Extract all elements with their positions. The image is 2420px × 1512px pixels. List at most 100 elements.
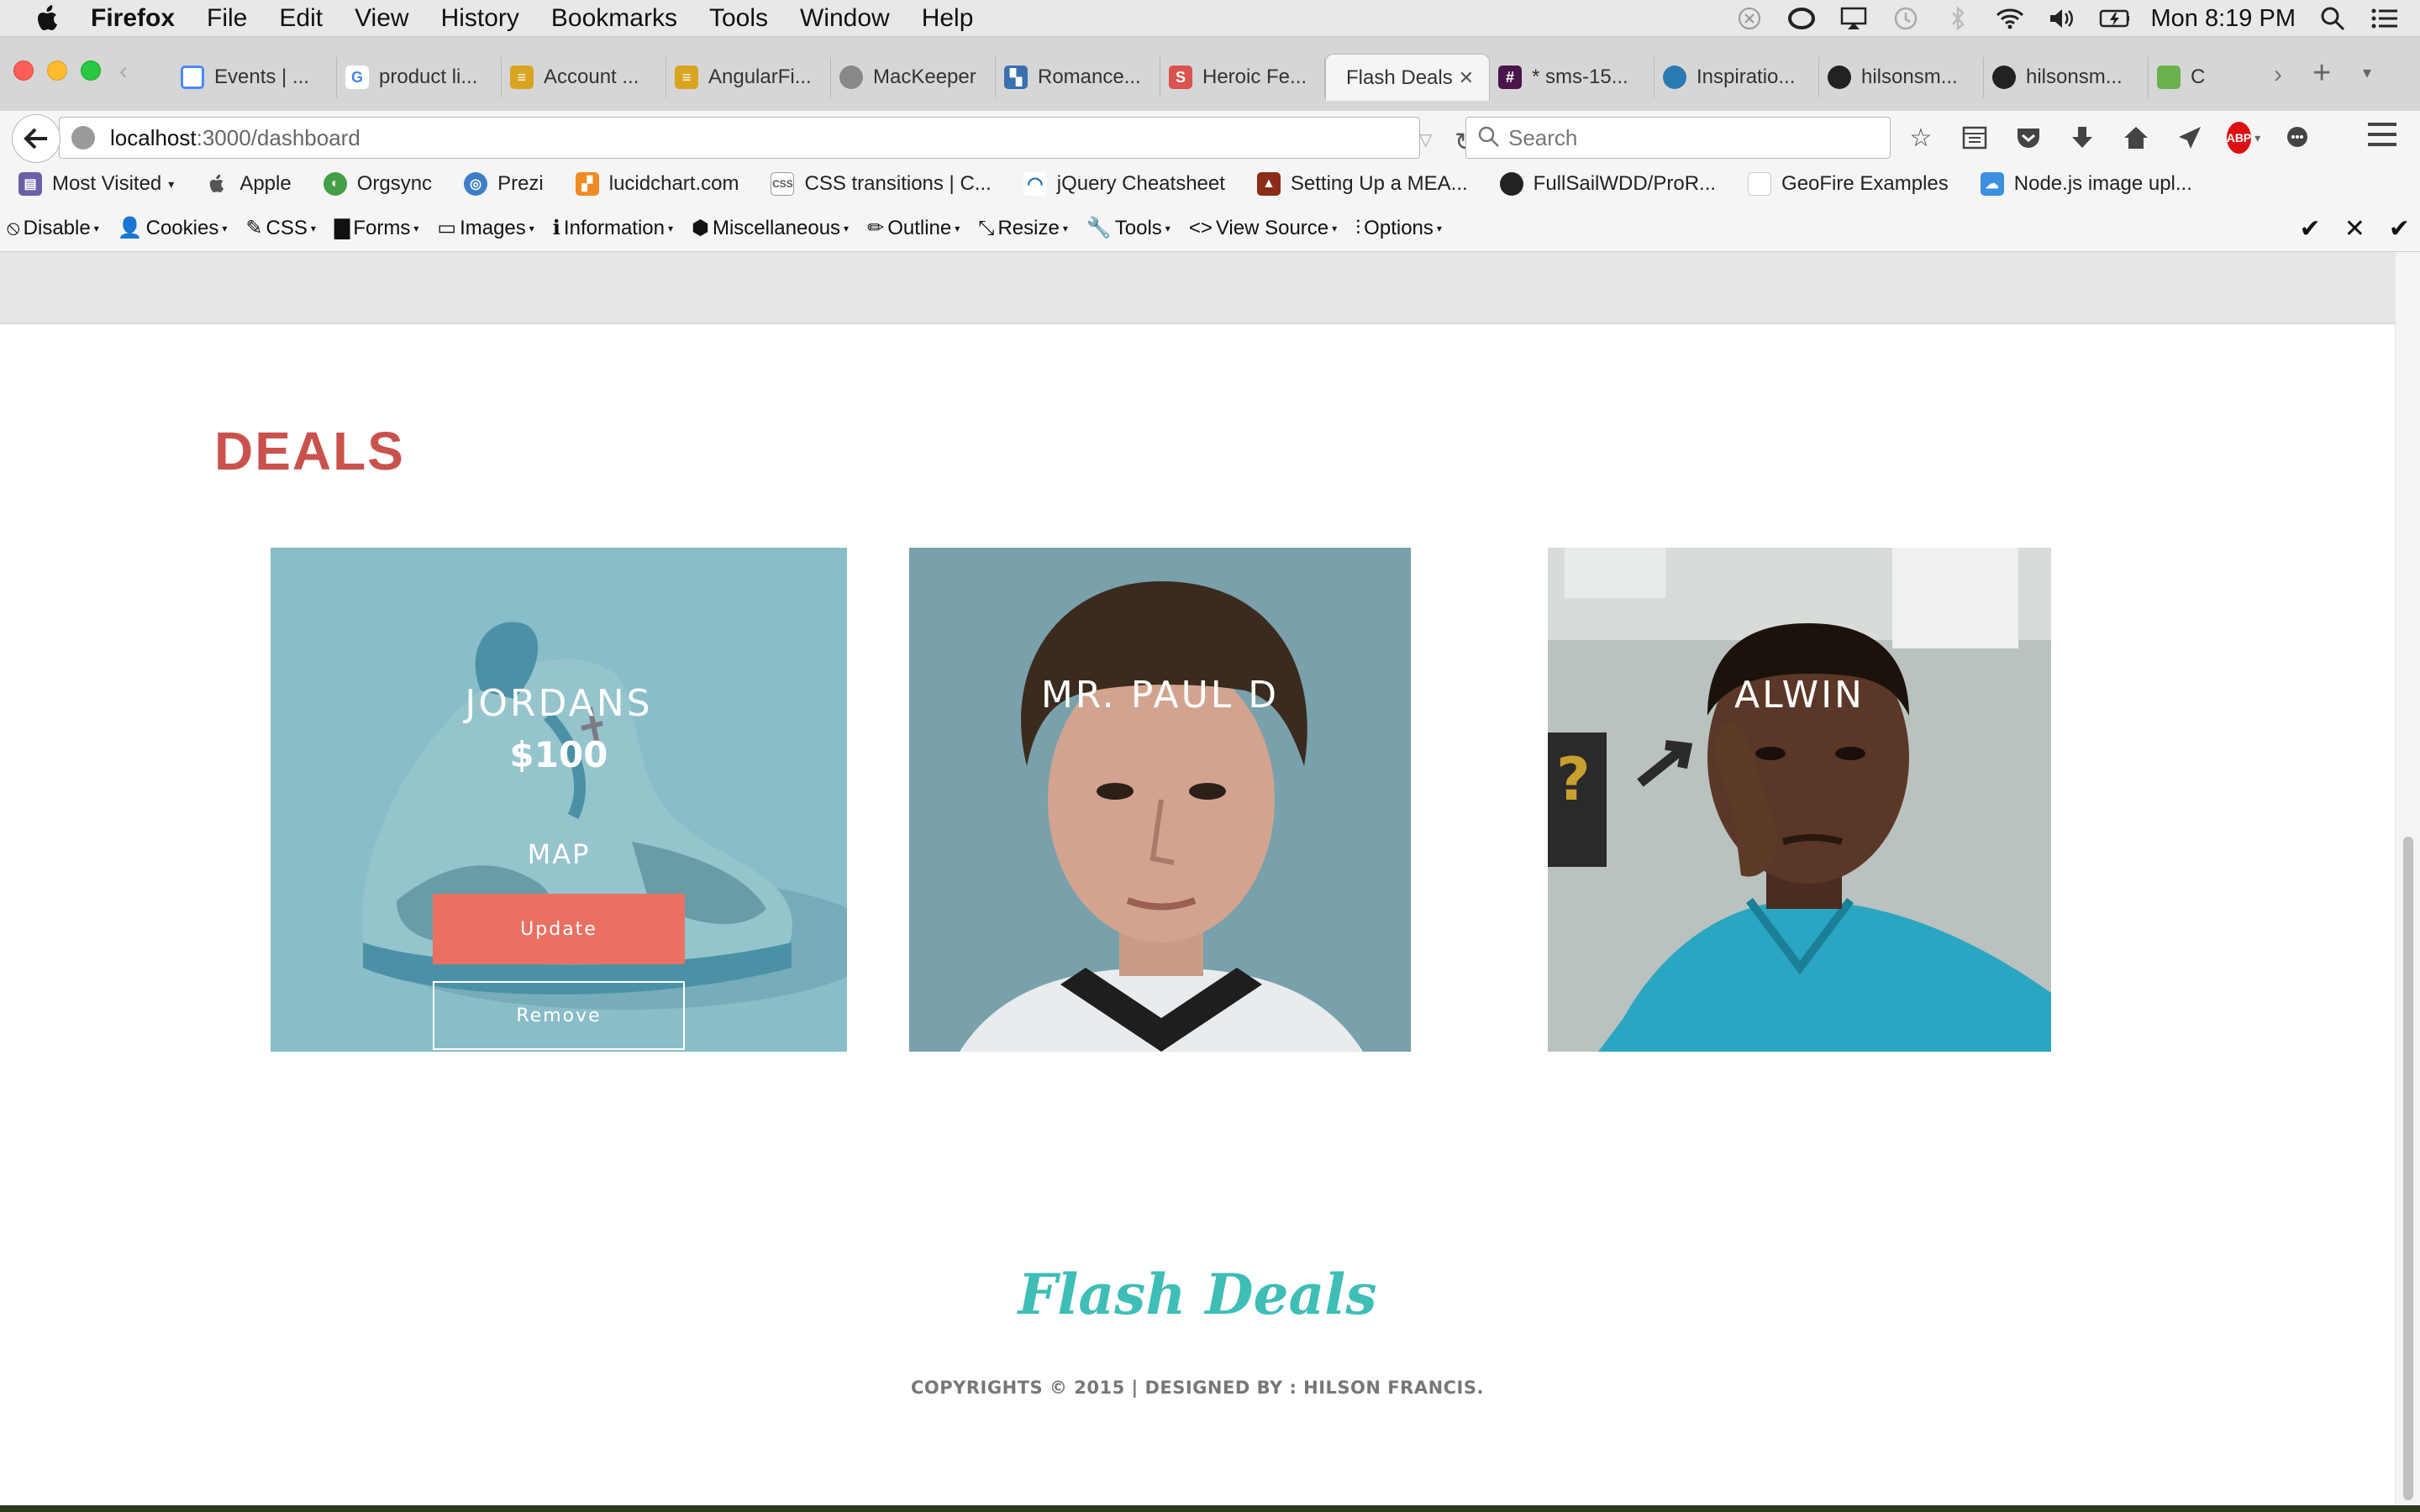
devtool-miscellaneous[interactable]: ⬢ Miscellaneous ▾ — [692, 216, 849, 240]
site-identity-icon[interactable] — [71, 126, 95, 150]
new-tab-icon[interactable]: + — [2312, 55, 2331, 92]
devtool-css[interactable]: ✎ CSS ▾ — [245, 216, 316, 240]
tab-romance[interactable]: ▚ Romance... — [996, 57, 1160, 97]
pocket-icon[interactable] — [2013, 123, 2044, 153]
menu-bookmarks[interactable]: Bookmarks — [551, 4, 677, 33]
checkmark-icon[interactable]: ✔ — [2300, 214, 2321, 244]
checkmark-icon[interactable]: ✔ — [2389, 214, 2410, 244]
map-link[interactable]: MAP — [271, 838, 847, 870]
bookmark-nodejs-upload[interactable]: ☁ Node.js image upl... — [1980, 172, 2192, 196]
bookmark-mean[interactable]: ▲ Setting Up a MEA... — [1256, 172, 1468, 196]
tab-inspiration[interactable]: Inspiratio... — [1655, 57, 1819, 97]
code-icon: <> — [1188, 216, 1213, 239]
devtool-images[interactable]: ▭ Images ▾ — [437, 216, 534, 240]
tab-heroic[interactable]: S Heroic Fe... — [1160, 57, 1325, 97]
scrollbar-thumb[interactable] — [2403, 837, 2413, 1500]
devtool-options[interactable]: ⫶ Options ▾ — [1355, 217, 1442, 240]
status-x-icon[interactable] — [1734, 6, 1765, 31]
devtool-resize[interactable]: ⤡ Resize ▾ — [978, 217, 1068, 240]
tab-strip: ‹ Events | ... Gproduct li... ≡ Account .… — [0, 37, 2420, 121]
menu-view[interactable]: View — [355, 4, 408, 33]
menu-hamburger-icon[interactable] — [2368, 123, 2396, 148]
google-events-icon — [181, 66, 204, 89]
update-button[interactable]: Update — [433, 894, 685, 964]
bookmark-prezi[interactable]: ◎ Prezi — [464, 172, 544, 196]
remove-button[interactable]: Remove — [433, 981, 685, 1050]
user-icon: 👤 — [117, 217, 143, 239]
devtool-disable[interactable]: ⦸ Disable ▾ — [7, 217, 99, 240]
devtool-view-source[interactable]: <> View Source ▾ — [1189, 217, 1337, 240]
menubar-clock[interactable]: Mon 8:19 PM — [2151, 5, 2296, 33]
bookmark-jquery[interactable]: ◠ jQuery Cheatsheet — [1023, 172, 1225, 196]
list-all-tabs-icon[interactable]: ▾ — [2363, 62, 2371, 83]
drop-icon — [1663, 66, 1686, 89]
tab-c[interactable]: C — [2149, 57, 2216, 97]
deal-card-alwin[interactable]: ? ALWIN — [1548, 548, 2051, 1052]
tab-github-1[interactable]: hilsonsm... — [1819, 57, 1984, 97]
adblock-plus-icon[interactable]: ABP ▾ — [2226, 122, 2260, 154]
tab-account[interactable]: ≡ Account ... — [502, 57, 666, 97]
tab-mackeeper[interactable]: MacKeeper — [831, 57, 996, 97]
deal-card-jordans[interactable]: JORDANS $100 MAP Update Remove — [271, 548, 847, 1052]
bluetooth-icon[interactable] — [1943, 6, 1973, 31]
tab-product-list[interactable]: Gproduct li... — [337, 57, 502, 97]
devtool-tools[interactable]: 🔧 Tools ▾ — [1086, 216, 1171, 240]
devtool-information[interactable]: ℹ Information ▾ — [553, 216, 673, 240]
devtool-forms[interactable]: ▇ Forms ▾ — [334, 216, 419, 240]
close-tab-icon[interactable]: ✕ — [1459, 67, 1474, 89]
window-minimize-button[interactable] — [47, 60, 67, 81]
creative-cloud-icon[interactable] — [1786, 6, 1817, 31]
tab-angularfire[interactable]: ≡ AngularFi... — [666, 57, 831, 97]
bookmark-lucidchart[interactable]: ▞ lucidchart.com — [575, 172, 739, 196]
menu-history[interactable]: History — [441, 4, 519, 33]
tabs-scroll-right-icon[interactable]: › — [2274, 60, 2282, 89]
bookmark-star-icon[interactable]: ☆ — [1906, 123, 1936, 153]
bookmark-orgsync[interactable]: ◐ Orgsync — [323, 172, 432, 196]
devtool-cookies[interactable]: 👤 Cookies ▾ — [118, 216, 228, 240]
bookmark-fullsail[interactable]: FullSailWDD/ProR... — [1499, 172, 1716, 196]
wifi-icon[interactable] — [1995, 6, 2025, 31]
search-input[interactable]: Search — [1465, 117, 1891, 159]
window-close-button[interactable] — [13, 60, 34, 81]
tab-flash-deals[interactable]: Flash Deals ✕ — [1325, 54, 1490, 101]
chevron-down-icon: ▾ — [168, 176, 175, 191]
reading-list-icon[interactable] — [1960, 123, 1990, 153]
time-machine-icon[interactable] — [1891, 6, 1921, 31]
mackeeper-icon — [839, 66, 863, 89]
airplay-icon[interactable] — [1839, 6, 1869, 31]
deal-card-paul-d[interactable]: MR. PAUL D — [909, 548, 1411, 1052]
apple-menu-icon[interactable] — [32, 4, 66, 32]
tab-events[interactable]: Events | ... — [172, 57, 337, 97]
bookmark-apple[interactable]: Apple — [206, 172, 292, 196]
menu-window[interactable]: Window — [800, 4, 890, 33]
tabs-scroll-left-icon[interactable]: ‹ — [119, 57, 146, 85]
home-icon[interactable] — [2121, 123, 2151, 153]
info-icon: ℹ — [552, 217, 560, 239]
menu-tools[interactable]: Tools — [709, 4, 768, 33]
menu-edit[interactable]: Edit — [279, 4, 323, 33]
chat-icon[interactable] — [2282, 123, 2312, 153]
footer-logo[interactable]: Flash Deals — [0, 1262, 2395, 1327]
web-developer-toolbar: ⦸ Disable ▾ 👤 Cookies ▾ ✎ CSS ▾ ▇ Forms ▾ ▭ Image… — [0, 205, 2420, 252]
window-zoom-button[interactable] — [81, 60, 101, 81]
page-scrollbar[interactable] — [2395, 252, 2420, 1505]
send-icon[interactable] — [2175, 123, 2205, 153]
devtool-outline[interactable]: ✏ Outline ▾ — [867, 216, 960, 240]
bookmark-most-visited[interactable]: ▤ Most Visited ▾ — [18, 172, 174, 196]
bookmark-css-transitions[interactable]: CSS CSS transitions | C... — [771, 172, 992, 196]
back-button[interactable] — [12, 114, 60, 163]
tab-github-2[interactable]: hilsonsm... — [1984, 57, 2149, 97]
url-bar[interactable]: localhost:3000/dashboard ▽ ↻ — [59, 117, 1476, 159]
menu-file[interactable]: File — [207, 4, 247, 33]
bookmark-geofire[interactable]: GeoFire Examples — [1748, 172, 1949, 196]
spotlight-search-icon[interactable] — [2317, 6, 2348, 31]
menu-firefox[interactable]: Firefox — [91, 4, 175, 33]
tab-sms[interactable]: # * sms-15... — [1490, 57, 1655, 97]
menu-help[interactable]: Help — [922, 4, 974, 33]
notification-center-icon[interactable] — [2370, 6, 2400, 31]
volume-icon[interactable] — [2047, 6, 2077, 31]
close-icon[interactable]: ✕ — [2344, 214, 2365, 244]
downloads-icon[interactable] — [2067, 123, 2097, 153]
battery-icon[interactable] — [2099, 6, 2129, 31]
url-history-dropdown-icon[interactable]: ▽ — [1419, 129, 1432, 150]
